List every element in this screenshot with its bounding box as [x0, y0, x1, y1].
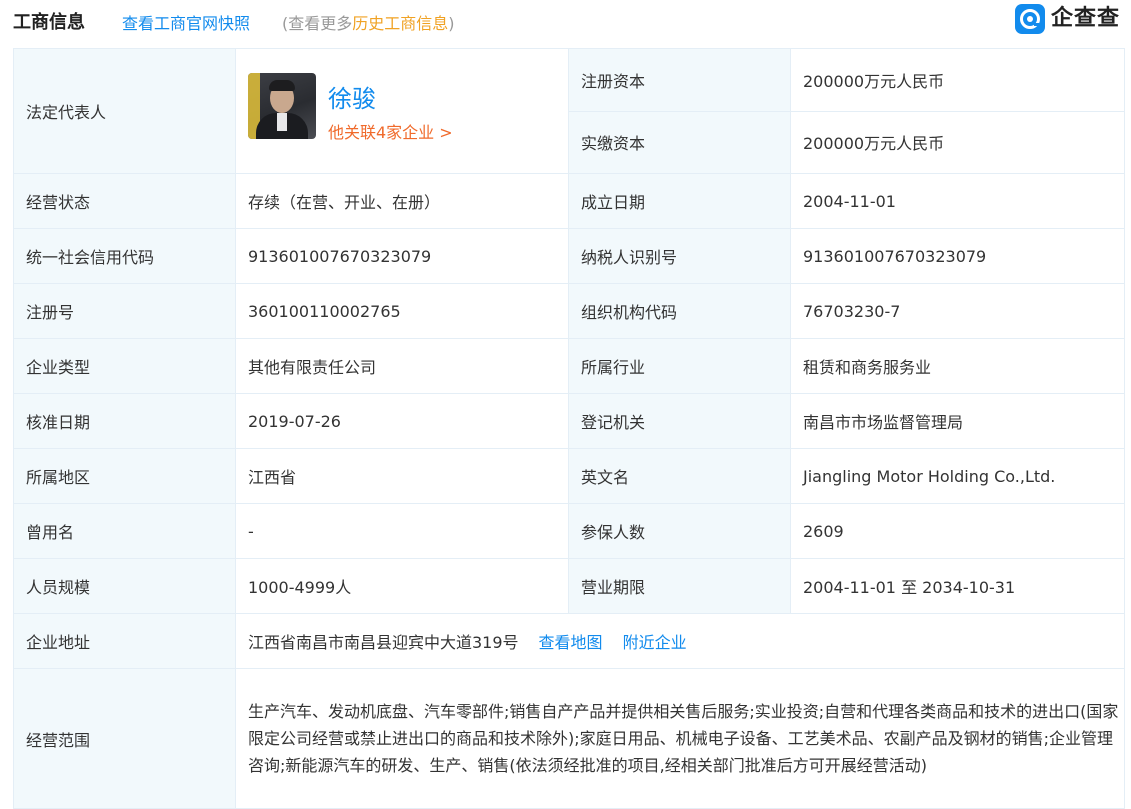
insured-label: 参保人数: [568, 503, 791, 559]
status-label: 经营状态: [13, 173, 236, 229]
org-code-value: 76703230-7: [790, 283, 1125, 339]
region-value: 江西省: [235, 448, 569, 504]
company-type-label: 企业类型: [13, 338, 236, 394]
address-label: 企业地址: [13, 613, 236, 669]
history-note: (查看更多历史工商信息): [282, 10, 455, 34]
history-info-link[interactable]: 历史工商信息: [352, 14, 448, 33]
legal-rep-cell: 徐骏 他关联4家企业 >: [235, 48, 569, 174]
table-row: 所属地区 江西省 英文名 Jiangling Motor Holding Co.…: [13, 448, 1125, 504]
status-value: 存续（在营、开业、在册）: [235, 173, 569, 229]
table-row: 企业地址 江西省南昌市南昌县迎宾中大道319号 查看地图 附近企业: [13, 613, 1125, 669]
nearby-companies-link[interactable]: 附近企业: [623, 633, 687, 652]
table-row: 法定代表人 徐骏 他关联4家企业 > 注册资本 200000万元人民币: [13, 48, 1125, 174]
table-row: 经营状态 存续（在营、开业、在册） 成立日期 2004-11-01: [13, 173, 1125, 229]
taxpayer-id-value: 913601007670323079: [790, 228, 1125, 284]
staff-size-label: 人员规模: [13, 558, 236, 614]
table-row: 经营范围 生产汽车、发动机底盘、汽车零部件;销售自产产品并提供相关售后服务;实业…: [13, 668, 1125, 809]
org-code-label: 组织机构代码: [568, 283, 791, 339]
english-name-value: Jiangling Motor Holding Co.,Ltd.: [790, 448, 1125, 504]
former-name-label: 曾用名: [13, 503, 236, 559]
approval-date-label: 核准日期: [13, 393, 236, 449]
legal-rep-name[interactable]: 徐骏: [328, 79, 376, 114]
table-row: 曾用名 - 参保人数 2609: [13, 503, 1125, 559]
scope-label: 经营范围: [13, 668, 236, 809]
related-companies-link[interactable]: 他关联4家企业 >: [328, 119, 453, 143]
table-row: 人员规模 1000-4999人 营业期限 2004-11-01 至 2034-1…: [13, 558, 1125, 614]
founded-label: 成立日期: [568, 173, 791, 229]
reg-no-value: 360100110002765: [235, 283, 569, 339]
section-title: 工商信息: [13, 12, 85, 33]
paid-capital-label: 实缴资本: [568, 110, 791, 174]
reg-no-label: 注册号: [13, 283, 236, 339]
credit-code-value: 913601007670323079: [235, 228, 569, 284]
table-row: 核准日期 2019-07-26 登记机关 南昌市市场监督管理局: [13, 393, 1125, 449]
former-name-value: -: [235, 503, 569, 559]
view-map-link[interactable]: 查看地图: [539, 633, 603, 652]
avatar[interactable]: [248, 73, 316, 139]
paid-capital-value: 200000万元人民币: [790, 110, 1125, 174]
table-row: 企业类型 其他有限责任公司 所属行业 租赁和商务服务业: [13, 338, 1125, 394]
address-value: 江西省南昌市南昌县迎宾中大道319号: [248, 633, 519, 652]
reg-authority-value: 南昌市市场监督管理局: [790, 393, 1125, 449]
taxpayer-id-label: 纳税人识别号: [568, 228, 791, 284]
approval-date-value: 2019-07-26: [235, 393, 569, 449]
history-prefix: (查看更多: [282, 14, 353, 33]
industry-label: 所属行业: [568, 338, 791, 394]
business-term-label: 营业期限: [568, 558, 791, 614]
industry-value: 租赁和商务服务业: [790, 338, 1125, 394]
company-type-value: 其他有限责任公司: [235, 338, 569, 394]
scope-value: 生产汽车、发动机底盘、汽车零部件;销售自产产品并提供相关售后服务;实业投资;自营…: [235, 668, 1125, 809]
registered-capital-label: 注册资本: [568, 48, 791, 112]
staff-size-value: 1000-4999人: [235, 558, 569, 614]
logo-icon: [1015, 4, 1045, 34]
business-term-value: 2004-11-01 至 2034-10-31: [790, 558, 1125, 614]
business-info-table: 法定代表人 徐骏 他关联4家企业 > 注册资本 200000万元人民币 实缴资本…: [13, 48, 1125, 809]
registered-capital-value: 200000万元人民币: [790, 48, 1125, 112]
reg-authority-label: 登记机关: [568, 393, 791, 449]
region-label: 所属地区: [13, 448, 236, 504]
table-row: 注册号 360100110002765 组织机构代码 76703230-7: [13, 283, 1125, 339]
table-row: 统一社会信用代码 913601007670323079 纳税人识别号 91360…: [13, 228, 1125, 284]
qichacha-logo[interactable]: 企查查: [1015, 4, 1127, 34]
credit-code-label: 统一社会信用代码: [13, 228, 236, 284]
founded-value: 2004-11-01: [790, 173, 1125, 229]
official-snapshot-link[interactable]: 查看工商官网快照: [122, 10, 250, 34]
history-suffix: ): [448, 14, 455, 33]
english-name-label: 英文名: [568, 448, 791, 504]
legal-rep-label: 法定代表人: [13, 48, 236, 174]
insured-value: 2609: [790, 503, 1125, 559]
section-header: 工商信息 查看工商官网快照 (查看更多历史工商信息) 企查查: [0, 0, 1131, 42]
address-cell: 江西省南昌市南昌县迎宾中大道319号 查看地图 附近企业: [235, 613, 1125, 669]
logo-text: 企查查: [1051, 6, 1121, 31]
